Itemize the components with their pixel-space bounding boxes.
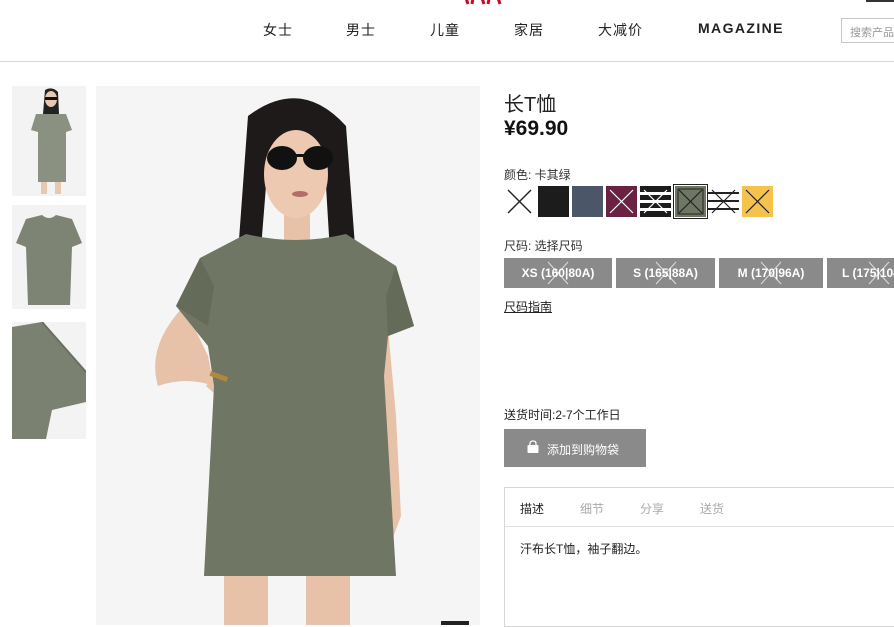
brand-logo[interactable]: [460, 0, 520, 6]
tab-strip: 描述 细节 分享 送货: [505, 488, 894, 527]
product-info-tabs: 描述 细节 分享 送货 汗布长T恤，袖子翻边。: [504, 487, 894, 627]
description-text: 汗布长T恤，袖子翻边。: [520, 542, 648, 556]
nav-item-sale[interactable]: 大减价: [598, 20, 643, 40]
nav-item-kids[interactable]: 儿童: [430, 20, 460, 40]
size-button-l[interactable]: L (175|104A): [827, 258, 894, 288]
nav-item-men[interactable]: 男士: [346, 20, 376, 40]
color-swatch-black-stripe[interactable]: [640, 186, 671, 217]
size-button-m[interactable]: M (170|96A): [719, 258, 823, 288]
shopping-bag-icon: [527, 440, 539, 453]
product-thumbnail-model[interactable]: [12, 86, 86, 196]
nav-item-magazine[interactable]: MAGAZINE: [698, 20, 784, 36]
size-label: 尺码: 选择尺码: [504, 239, 583, 253]
add-to-bag-button[interactable]: 添加到购物袋: [504, 429, 646, 467]
size-guide-link[interactable]: 尺码指南: [504, 298, 552, 315]
tab-delivery[interactable]: 送货: [700, 500, 724, 517]
delivery-time: 送货时间:2-7个工作日: [504, 408, 621, 422]
main-navigation: 女士 男士 儿童 家居 大减价 MAGAZINE: [0, 20, 840, 44]
tab-details[interactable]: 细节: [580, 500, 604, 517]
tab-description[interactable]: 描述: [520, 500, 544, 517]
image-zoom-indicator: [441, 621, 469, 625]
color-swatch-burgundy[interactable]: [606, 186, 637, 217]
product-price: ¥69.90: [504, 117, 569, 140]
header-top-rule: [866, 0, 894, 2]
search-input[interactable]: 搜索产品: [841, 18, 894, 43]
size-button-s[interactable]: S (165|88A): [616, 258, 715, 288]
size-button-xs-label: XS (160|80A): [521, 266, 595, 280]
color-label: 颜色: 卡其绿: [504, 168, 571, 182]
site-header: 女士 男士 儿童 家居 大减价 MAGAZINE 搜索产品: [0, 0, 894, 62]
color-swatch-khaki-green[interactable]: [673, 184, 708, 219]
size-button-m-label: M (170|96A): [737, 266, 805, 280]
color-swatch-black[interactable]: [538, 186, 569, 217]
size-button-xs[interactable]: XS (160|80A): [504, 258, 612, 288]
add-to-bag-label: 添加到购物袋: [547, 443, 620, 457]
color-swatch-white-stripe[interactable]: [708, 186, 739, 217]
color-swatch-dark-blue[interactable]: [572, 186, 603, 217]
product-main-image[interactable]: [96, 86, 480, 625]
size-button-s-label: S (165|88A): [633, 266, 698, 280]
nav-item-women[interactable]: 女士: [263, 20, 293, 40]
product-thumbnail-detail[interactable]: [12, 322, 86, 439]
product-title: 长T恤: [504, 94, 557, 116]
size-button-l-label: L (175|104A): [842, 266, 894, 280]
color-swatch-white[interactable]: [504, 186, 535, 217]
product-thumbnail-flat[interactable]: [12, 205, 86, 309]
color-swatch-yellow[interactable]: [742, 186, 773, 217]
tab-share[interactable]: 分享: [640, 500, 664, 517]
nav-item-home[interactable]: 家居: [514, 20, 544, 40]
